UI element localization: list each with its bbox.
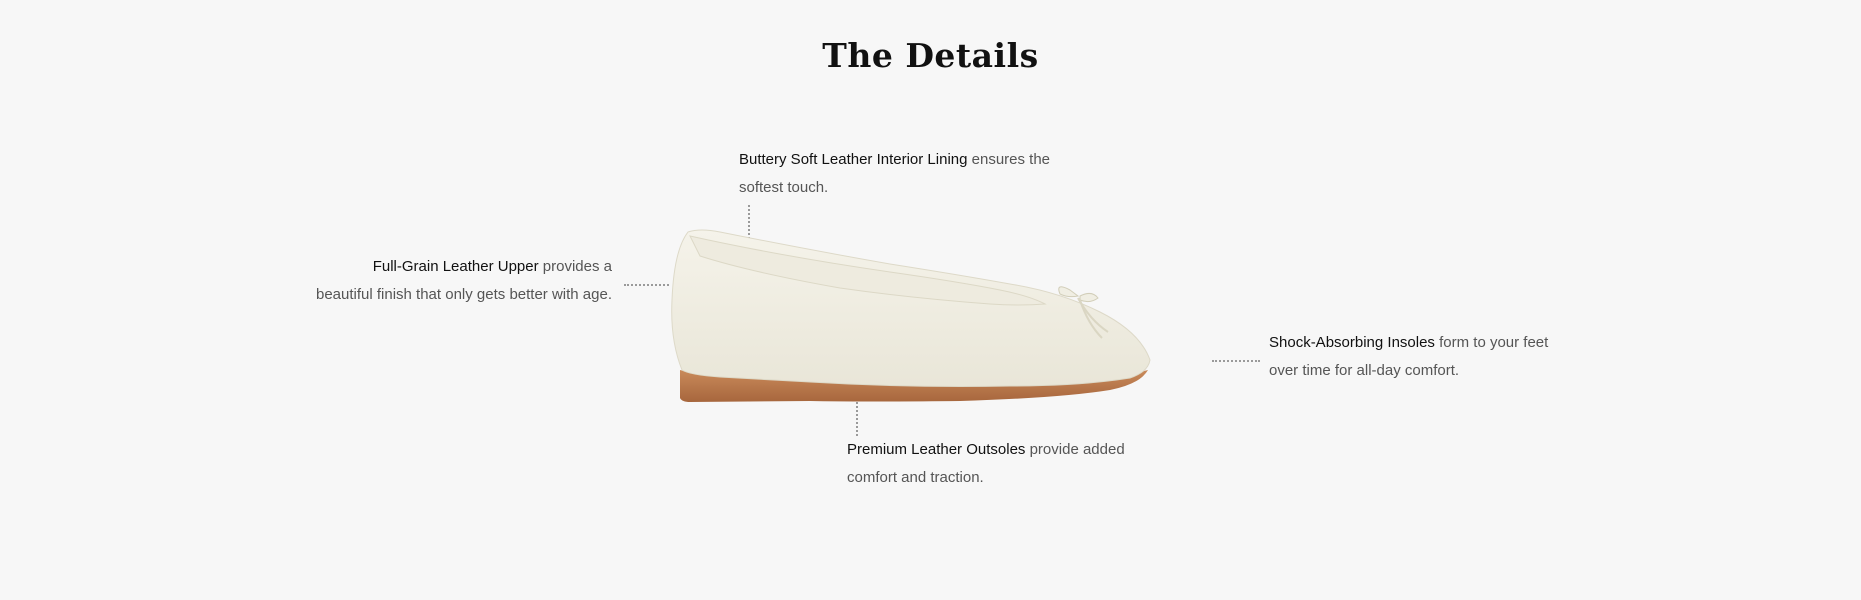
- section-title: The Details: [822, 36, 1039, 75]
- callout-heading: Premium Leather Outsoles: [847, 441, 1026, 458]
- callout-heading: Full-Grain Leather Upper: [372, 258, 539, 275]
- ballet-flat-shoe-image: [671, 229, 1151, 402]
- callout-leather-upper: Full-Grain Leather Upper provides a beau…: [312, 253, 612, 309]
- callout-insoles: Shock-Absorbing Insoles form to your fee…: [1269, 329, 1559, 385]
- callout-interior-lining: Buttery Soft Leather Interior Lining ens…: [739, 146, 1059, 202]
- callout-heading: Buttery Soft Leather Interior Lining: [739, 151, 968, 168]
- callout-outsoles: Premium Leather Outsoles provide added c…: [847, 436, 1147, 492]
- callout-heading: Shock-Absorbing Insoles: [1269, 334, 1435, 351]
